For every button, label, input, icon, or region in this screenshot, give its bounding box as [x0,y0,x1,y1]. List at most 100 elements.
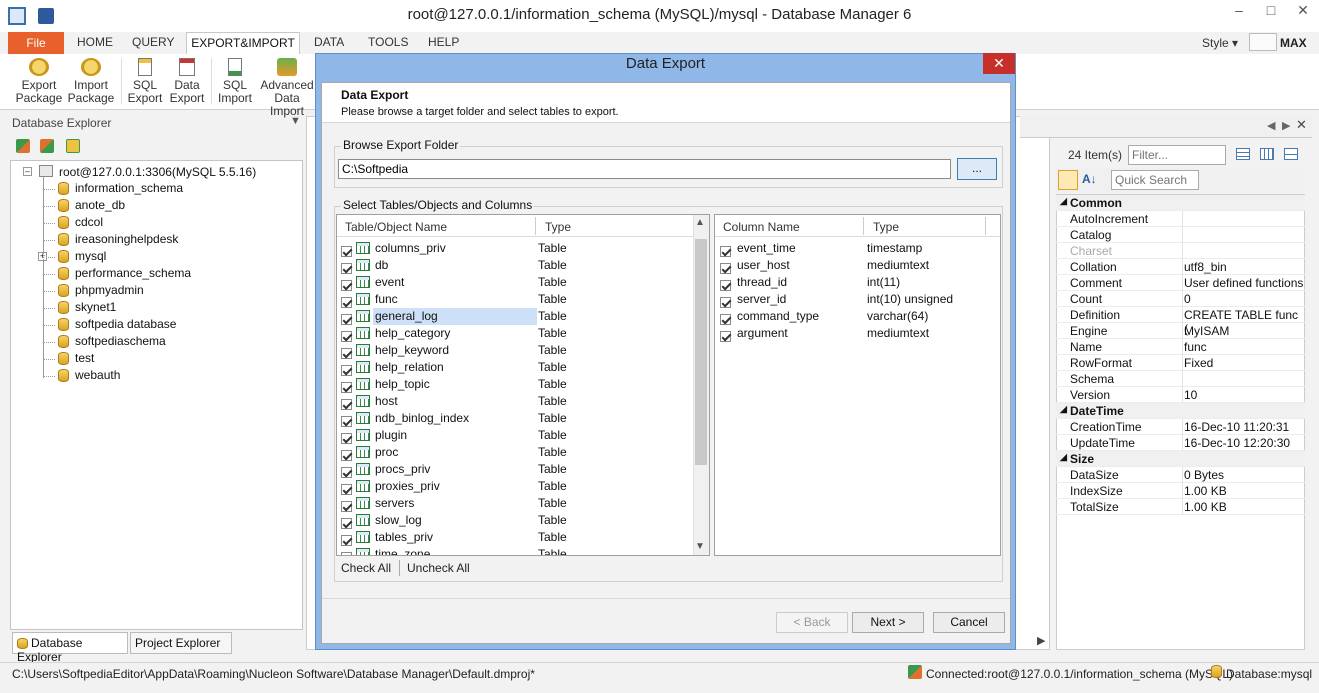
check-all-link[interactable]: Check All [341,561,391,575]
column-checkbox[interactable] [720,263,731,275]
scroll-up-icon[interactable]: ▲ [695,217,705,228]
data-export-button[interactable]: Data Export [166,56,208,105]
scroll-right-icon[interactable]: ▶ [1282,119,1290,132]
property-category[interactable]: ◢ DateTime [1056,403,1305,419]
table-row[interactable]: slow_log Table [337,512,692,530]
dialog-close-button[interactable]: ✕ [983,53,1015,74]
tab-export-import[interactable]: EXPORT&IMPORT [186,32,300,55]
scroll-arrow-icon[interactable]: ▶ [1037,634,1045,647]
connect-icon[interactable] [16,139,30,153]
tab-file[interactable]: File [8,32,64,54]
table-checkbox[interactable] [341,535,352,547]
column-checkbox[interactable] [720,297,731,309]
tree-item-database[interactable]: skynet1 [58,300,116,315]
table-row[interactable]: proxies_priv Table [337,478,692,496]
column-checkbox[interactable] [720,314,731,326]
property-row[interactable]: CreationTime 16-Dec-10 11:20:31 [1056,419,1305,435]
table-row[interactable]: help_category Table [337,325,692,343]
sort-az-icon[interactable]: A↓ [1082,172,1097,186]
property-row[interactable]: Charset [1056,243,1305,259]
tab-database-explorer[interactable]: Database Explorer [12,632,128,664]
column-row[interactable]: thread_id int(11) [715,274,995,292]
collapse-triangle-icon[interactable]: ◢ [1060,404,1067,415]
property-row[interactable]: IndexSize 1.00 KB [1056,483,1305,499]
table-checkbox[interactable] [341,365,352,377]
col-header-column-type[interactable]: Type [873,220,899,234]
tab-query[interactable]: QUERY [124,32,182,54]
back-button[interactable]: < Back [776,612,848,633]
scroll-left-icon[interactable]: ◀ [1267,119,1275,132]
table-row[interactable]: help_keyword Table [337,342,692,360]
property-row[interactable]: Schema [1056,371,1305,387]
table-checkbox[interactable] [341,263,352,275]
tree-item-database[interactable]: cdcol [58,215,103,230]
property-row[interactable]: Name func [1056,339,1305,355]
sql-import-button[interactable]: SQL Import [214,56,256,105]
tab-data[interactable]: DATA [306,32,352,54]
tree-item-database[interactable]: ireasoninghelpdesk [58,232,178,247]
table-checkbox[interactable] [341,416,352,428]
property-row[interactable]: Engine MyISAM [1056,323,1305,339]
table-checkbox[interactable] [341,246,352,258]
tab-home[interactable]: HOME [69,32,121,54]
table-checkbox[interactable] [341,297,352,309]
tree-item-database[interactable]: test [58,351,94,366]
table-checkbox[interactable] [341,348,352,360]
table-checkbox[interactable] [341,331,352,343]
tab-tools[interactable]: TOOLS [360,32,416,54]
table-checkbox[interactable] [341,399,352,411]
tree-item-database[interactable]: softpediaschema [58,334,166,349]
uncheck-all-link[interactable]: Uncheck All [407,561,470,575]
property-row[interactable]: Catalog [1056,227,1305,243]
col-header-column-name[interactable]: Column Name [723,220,800,234]
table-checkbox[interactable] [341,501,352,513]
property-row[interactable]: AutoIncrement [1056,211,1305,227]
table-row[interactable]: help_relation Table [337,359,692,377]
table-row[interactable]: procs_priv Table [337,461,692,479]
property-category[interactable]: ◢ Common [1056,195,1305,211]
filter-input[interactable] [1128,145,1226,165]
property-row[interactable]: Definition CREATE TABLE func ( [1056,307,1305,336]
column-row[interactable]: server_id int(10) unsigned [715,291,995,309]
tree-item-database[interactable]: information_schema [58,181,183,196]
style-menu[interactable]: Style ▾ [1202,36,1238,50]
column-checkbox[interactable] [720,331,731,343]
export-package-button[interactable]: Export Package [14,56,64,105]
table-checkbox[interactable] [341,280,352,292]
quick-search-input[interactable] [1111,170,1199,190]
col-header-type[interactable]: Type [545,220,571,234]
list-view-icon[interactable] [1236,148,1250,160]
property-row[interactable]: DataSize 0 Bytes [1056,467,1305,483]
property-row[interactable]: Comment User defined functions [1056,275,1305,291]
table-row[interactable]: time_zone Table [337,546,692,555]
next-button[interactable]: Next > [852,612,924,633]
collapse-triangle-icon[interactable]: ◢ [1060,196,1067,207]
column-row[interactable]: event_time timestamp [715,240,995,258]
collapse-triangle-icon[interactable]: ◢ [1060,452,1067,463]
import-package-button[interactable]: Import Package [66,56,116,105]
property-row[interactable]: TotalSize 1.00 KB [1056,499,1305,515]
table-row[interactable]: plugin Table [337,427,692,445]
table-checkbox[interactable] [341,467,352,479]
table-checkbox[interactable] [341,433,352,445]
column-row[interactable]: argument mediumtext [715,325,995,343]
tree-item-database[interactable]: mysql [58,249,106,264]
sql-export-button[interactable]: SQL Export [124,56,166,105]
close-window-button[interactable]: ✕ [1288,2,1318,24]
minimize-button[interactable]: – [1224,2,1254,24]
column-row[interactable]: command_type varchar(64) [715,308,995,326]
table-row[interactable]: func Table [337,291,692,309]
table-row[interactable]: host Table [337,393,692,411]
col-header-table-name[interactable]: Table/Object Name [345,220,447,234]
categorized-icon[interactable] [1058,170,1078,190]
tab-help[interactable]: HELP [420,32,467,54]
scrollbar-thumb[interactable] [695,239,707,465]
maximize-button[interactable]: □ [1256,2,1286,24]
scroll-down-icon[interactable]: ▼ [695,541,705,552]
tree-item-database[interactable]: webauth [58,368,120,383]
collapse-icon[interactable]: – [23,167,32,176]
table-row[interactable]: help_topic Table [337,376,692,394]
grid-view-icon[interactable] [1284,148,1298,160]
tree-item-database[interactable]: performance_schema [58,266,191,281]
table-row[interactable]: event Table [337,274,692,292]
